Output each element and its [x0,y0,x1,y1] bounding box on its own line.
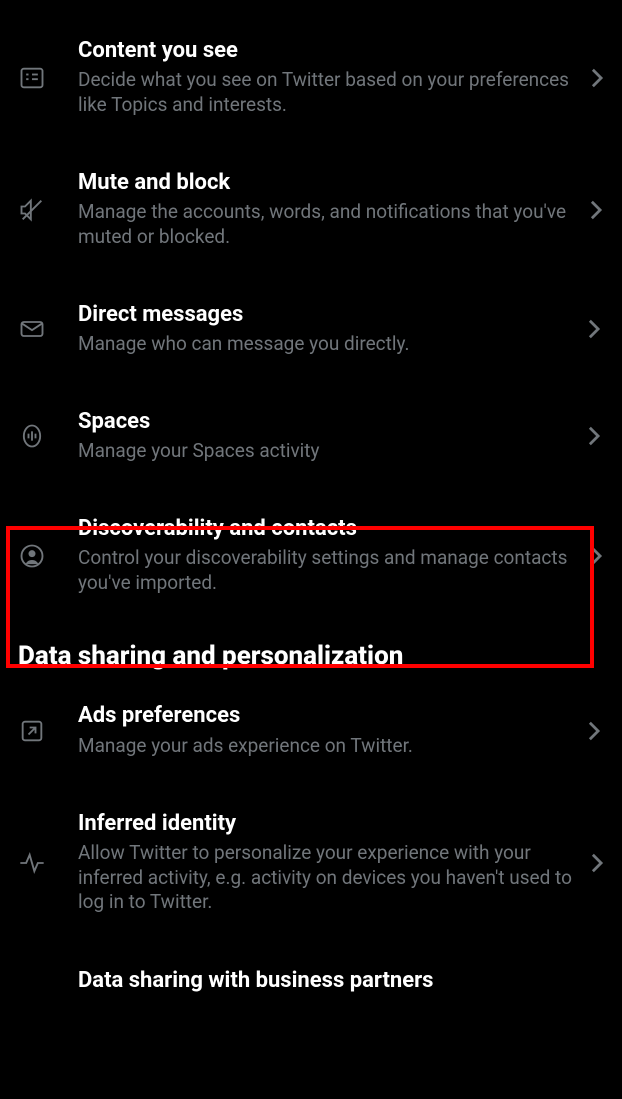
mute-icon [18,196,58,224]
row-desc: Decide what you see on Twitter based on … [78,68,580,117]
row-desc: Manage who can message you directly. [78,332,574,357]
row-text: Content you see Decide what you see on T… [58,38,590,118]
row-desc: Manage your Spaces activity [78,439,574,464]
row-text: Spaces Manage your Spaces activity [58,409,584,464]
row-text: Inferred identity Allow Twitter to perso… [58,811,590,915]
row-desc: Control your discoverability settings an… [78,546,578,595]
content-icon [18,64,58,92]
chevron-right-icon [584,720,604,742]
chevron-right-icon [590,67,604,89]
row-desc: Manage your ads experience on Twitter. [78,734,574,759]
row-data-sharing-partners[interactable]: Data sharing with business partners [0,941,622,995]
row-desc: Allow Twitter to personalize your experi… [78,841,580,915]
chevron-right-icon [588,545,604,567]
spaces-icon [18,422,58,450]
row-title: Content you see [78,38,580,64]
row-text: Mute and block Manage the accounts, word… [58,170,588,250]
row-text: Discoverability and contacts Control you… [58,516,588,596]
row-title: Direct messages [78,302,574,328]
section-header-data-sharing: Data sharing and personalization [0,621,622,677]
row-ads-preferences[interactable]: Ads preferences Manage your ads experien… [0,677,622,784]
row-content-you-see[interactable]: Content you see Decide what you see on T… [0,12,622,144]
person-circle-icon [18,542,58,570]
external-icon [18,717,58,745]
activity-icon [18,849,58,877]
settings-list: Content you see Decide what you see on T… [0,0,622,995]
row-title: Mute and block [78,170,578,196]
row-spaces[interactable]: Spaces Manage your Spaces activity [0,383,622,490]
row-inferred-identity[interactable]: Inferred identity Allow Twitter to perso… [0,785,622,941]
row-direct-messages[interactable]: Direct messages Manage who can message y… [0,276,622,383]
row-title: Inferred identity [78,811,580,837]
row-desc: Manage the accounts, words, and notifica… [78,200,578,249]
row-text: Ads preferences Manage your ads experien… [58,703,584,758]
row-title: Data sharing with business partners [78,968,594,994]
row-mute-and-block[interactable]: Mute and block Manage the accounts, word… [0,144,622,276]
row-discoverability-and-contacts[interactable]: Discoverability and contacts Control you… [0,490,622,622]
row-text: Data sharing with business partners [58,968,604,994]
row-title: Spaces [78,409,574,435]
chevron-right-icon [584,318,604,340]
chevron-right-icon [590,852,604,874]
chevron-right-icon [588,199,604,221]
envelope-icon [18,315,58,343]
chevron-right-icon [584,425,604,447]
row-title: Ads preferences [78,703,574,729]
row-title: Discoverability and contacts [78,516,578,542]
row-text: Direct messages Manage who can message y… [58,302,584,357]
